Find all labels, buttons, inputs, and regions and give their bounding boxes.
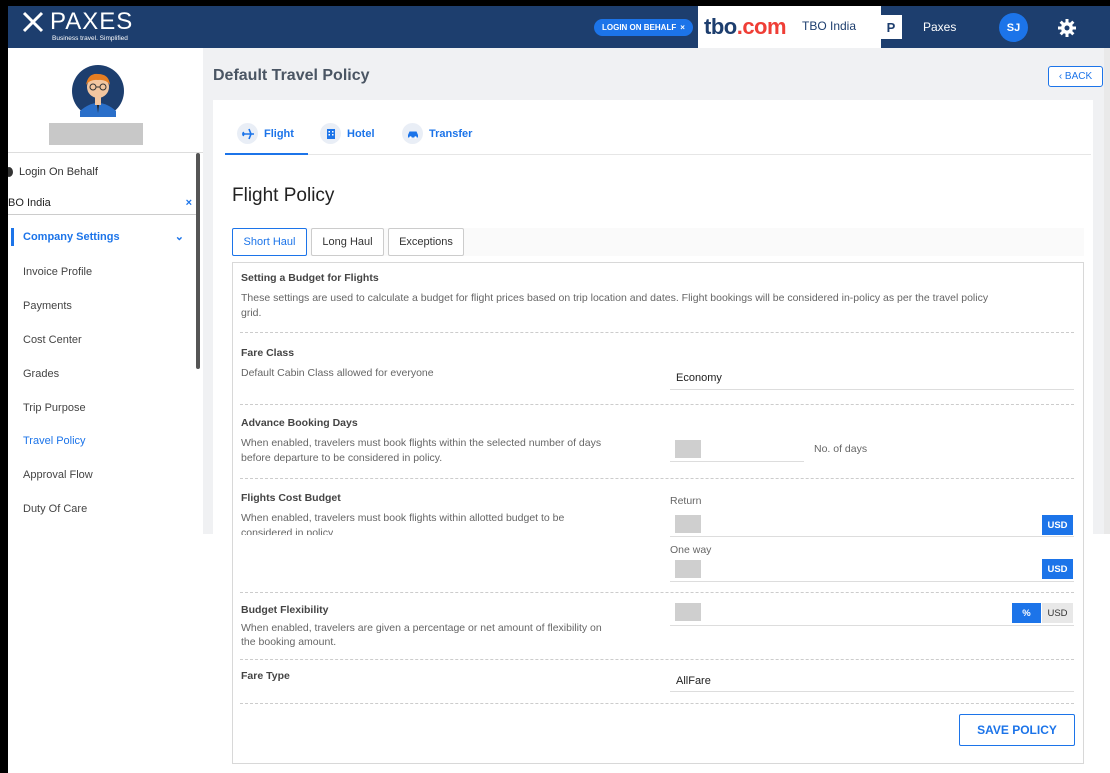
subtab-long-haul[interactable]: Long Haul: [311, 228, 384, 256]
login-on-behalf-badge[interactable]: LOGIN ON BEHALF ×: [594, 19, 693, 36]
return-currency-button[interactable]: USD: [1042, 515, 1073, 535]
fare-type-select[interactable]: [670, 666, 1074, 692]
tab-hotel[interactable]: Hotel: [320, 123, 375, 144]
active-tab-indicator: [225, 153, 308, 155]
cost-budget-desc-2: considered in policy: [241, 527, 334, 535]
sidebar-item-trip-purpose[interactable]: Trip Purpose: [23, 402, 86, 414]
advance-booking-title: Advance Booking Days: [241, 417, 358, 429]
chevron-down-icon: ⌄: [174, 231, 184, 243]
advance-booking-toggle[interactable]: [675, 440, 701, 458]
section-divider: [240, 404, 1074, 405]
flex-usd-button[interactable]: USD: [1042, 603, 1073, 623]
oneway-budget-input[interactable]: [670, 556, 1074, 582]
company-select-value: BO India: [8, 197, 51, 209]
sidebar-item-travel-policy[interactable]: Travel Policy: [23, 435, 86, 447]
fare-class-value: Economy: [676, 372, 722, 384]
fare-class-desc: Default Cabin Class allowed for everyone: [241, 367, 434, 379]
user-avatar[interactable]: SJ: [999, 13, 1028, 42]
budget-flex-desc-2: the booking amount.: [241, 636, 337, 648]
profile-name[interactable]: Paxes: [923, 20, 956, 34]
advance-booking-desc-1: When enabled, travelers must book flight…: [241, 437, 602, 449]
subtab-exceptions[interactable]: Exceptions: [388, 228, 464, 256]
policy-type-tabs: Flight Hotel Transfer: [225, 115, 1091, 155]
clear-company-icon[interactable]: ×: [186, 197, 192, 209]
return-label: Return: [670, 495, 702, 507]
company-name: TBO India: [802, 19, 857, 33]
budget-flex-title: Budget Flexibility: [241, 604, 329, 616]
tbo-logo-main: tbo: [704, 14, 737, 39]
tab-transfer-label: Transfer: [429, 127, 473, 140]
profile-initial-badge[interactable]: P: [880, 15, 902, 39]
company-switcher[interactable]: tbo.com TBO India: [698, 6, 881, 48]
return-budget-input[interactable]: [670, 511, 1074, 537]
subtab-short-haul[interactable]: Short Haul: [232, 228, 307, 256]
oneway-budget-toggle[interactable]: [675, 560, 701, 578]
tbo-logo: tbo.com: [704, 14, 787, 40]
airplane-icon: [237, 123, 258, 144]
section-divider: [240, 478, 1074, 479]
sidebar-item-invoice-profile[interactable]: Invoice Profile: [23, 266, 92, 278]
oneway-currency-button[interactable]: USD: [1042, 559, 1073, 579]
page-title: Default Travel Policy: [213, 67, 370, 84]
username-placeholder: [49, 123, 143, 145]
paxes-logo-icon: [22, 11, 44, 33]
sidebar-scrollbar[interactable]: [196, 153, 200, 369]
advance-booking-desc-2: before departure to be considered in pol…: [241, 452, 443, 464]
login-on-behalf-badge-label: LOGIN ON BEHALF: [602, 23, 677, 32]
section-divider: [240, 659, 1074, 660]
car-icon: [402, 123, 423, 144]
tab-hotel-label: Hotel: [347, 127, 375, 140]
save-policy-button[interactable]: SAVE POLICY: [959, 714, 1075, 746]
login-on-behalf-text: Login On Behalf: [19, 166, 98, 178]
company-select[interactable]: BO India ×: [8, 193, 196, 215]
top-navbar: PAXES Business travel. Simplified LOGIN …: [8, 6, 1110, 48]
policy-title: Flight Policy: [232, 185, 335, 206]
fare-class-select[interactable]: [670, 364, 1074, 390]
return-budget-toggle[interactable]: [675, 515, 701, 533]
sidebar-item-payments[interactable]: Payments: [23, 300, 72, 312]
budget-section-desc-2: grid.: [241, 307, 262, 319]
login-on-behalf-label: Login On Behalf: [5, 166, 98, 178]
settings-gear-icon[interactable]: [1057, 18, 1077, 38]
sidebar-item-cost-center[interactable]: Cost Center: [23, 334, 82, 346]
fare-class-title: Fare Class: [241, 347, 295, 359]
budget-flex-desc-1: When enabled, travelers are given a perc…: [241, 622, 602, 634]
badge-close-icon[interactable]: ×: [680, 23, 685, 32]
cost-budget-desc-1: When enabled, travelers must book flight…: [241, 512, 565, 524]
budget-section-title: Setting a Budget for Flights: [241, 272, 379, 284]
window-frame-left: [0, 0, 8, 773]
company-settings-label: Company Settings: [23, 231, 120, 243]
logo-text: PAXES: [50, 8, 134, 35]
tab-flight-label: Flight: [264, 127, 294, 140]
oneway-label: One way: [670, 544, 712, 556]
flex-percent-button[interactable]: %: [1012, 603, 1041, 623]
budget-flex-toggle[interactable]: [675, 603, 701, 621]
no-of-days-label: No. of days: [814, 443, 868, 455]
sidebar-divider: [8, 152, 203, 153]
logo-tagline: Business travel. Simplified: [52, 35, 128, 42]
section-divider: [240, 332, 1074, 333]
fare-type-value: AllFare: [676, 675, 711, 687]
sidebar: Login On Behalf BO India × Company Setti…: [5, 48, 203, 534]
active-indicator: [11, 228, 14, 246]
section-divider: [240, 703, 1074, 704]
tab-transfer[interactable]: Transfer: [402, 123, 472, 144]
sidebar-item-grades[interactable]: Grades: [23, 368, 59, 380]
sidebar-item-duty-of-care[interactable]: Duty Of Care: [23, 503, 87, 515]
page-scrollbar[interactable]: [1104, 48, 1110, 534]
sidebar-item-approval-flow[interactable]: Approval Flow: [23, 469, 93, 481]
hotel-icon: [320, 123, 341, 144]
cost-budget-title: Flights Cost Budget: [241, 492, 341, 504]
profile-avatar-icon: [72, 65, 124, 117]
tbo-logo-suffix: .com: [736, 14, 787, 39]
fare-type-title: Fare Type: [241, 670, 290, 682]
budget-section-desc-1: These settings are used to calculate a b…: [241, 292, 989, 304]
window-frame-top: [0, 0, 1110, 6]
back-button[interactable]: ‹ BACK: [1048, 66, 1103, 87]
tab-flight[interactable]: Flight: [237, 123, 294, 144]
sidebar-item-company-settings[interactable]: Company Settings ⌄: [8, 226, 196, 248]
section-divider: [240, 592, 1074, 593]
